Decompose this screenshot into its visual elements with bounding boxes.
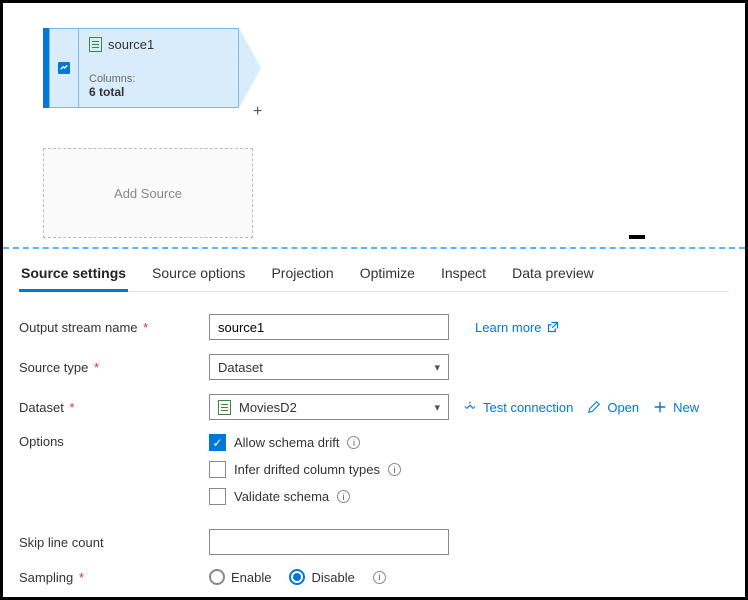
add-source-label: Add Source: [114, 186, 182, 201]
chevron-down-icon: ▾: [434, 401, 440, 414]
node-title: source1: [108, 37, 154, 52]
tab-inspect[interactable]: Inspect: [439, 259, 488, 291]
skip-line-input[interactable]: [209, 529, 449, 555]
external-link-icon: [547, 321, 559, 333]
dataset-actions: Test connection Open New: [463, 400, 699, 415]
add-step-button[interactable]: +: [253, 103, 262, 121]
dataset-file-icon: [89, 37, 102, 52]
output-stream-input[interactable]: [209, 314, 449, 340]
dataset-value: MoviesD2: [239, 400, 297, 415]
open-button[interactable]: Open: [587, 400, 639, 415]
checkbox-unchecked-icon[interactable]: [209, 488, 226, 505]
dataset-select[interactable]: MoviesD2 ▾: [209, 394, 449, 420]
chevron-down-icon: ▾: [434, 361, 440, 374]
option-label: Allow schema drift: [234, 435, 339, 450]
tabs: Source settings Source options Projectio…: [19, 259, 729, 292]
panel-collapse-handle[interactable]: [629, 235, 645, 239]
source-node[interactable]: source1 Columns: 6 total: [43, 28, 261, 108]
node-columns-label: Columns:: [89, 73, 228, 85]
output-stream-label: Output stream name *: [19, 320, 209, 335]
flow-canvas[interactable]: source1 Columns: 6 total + Add Source: [3, 3, 745, 247]
option-allow-schema-drift[interactable]: ✓ Allow schema drift i: [209, 434, 401, 451]
tab-source-settings[interactable]: Source settings: [19, 259, 128, 292]
node-columns-value: 6 total: [89, 85, 228, 99]
options-label: Options: [19, 434, 209, 449]
radio-selected-icon: [289, 569, 305, 585]
dataflow-icon: [56, 60, 72, 76]
test-connection-icon: [463, 400, 477, 414]
new-button[interactable]: New: [653, 400, 699, 415]
tab-data-preview[interactable]: Data preview: [510, 259, 596, 291]
option-label: Infer drifted column types: [234, 462, 380, 477]
sampling-label: Sampling *: [19, 570, 209, 585]
add-source-button[interactable]: Add Source: [43, 148, 253, 238]
option-infer-drifted-types[interactable]: Infer drifted column types i: [209, 461, 401, 478]
source-type-value: Dataset: [218, 360, 263, 375]
dataset-file-icon: [218, 400, 231, 415]
learn-more-link[interactable]: Learn more: [475, 320, 559, 335]
skip-line-label: Skip line count: [19, 535, 209, 550]
node-arrow: [239, 28, 261, 108]
dataset-label: Dataset *: [19, 400, 209, 415]
checkbox-unchecked-icon[interactable]: [209, 461, 226, 478]
info-icon[interactable]: i: [373, 571, 386, 584]
plus-icon: [653, 400, 667, 414]
node-body[interactable]: source1 Columns: 6 total: [79, 28, 239, 108]
pencil-icon: [587, 400, 601, 414]
sampling-disable-radio[interactable]: Disable: [289, 569, 354, 585]
option-validate-schema[interactable]: Validate schema i: [209, 488, 401, 505]
app-frame: source1 Columns: 6 total + Add Source So…: [0, 0, 748, 600]
node-handle[interactable]: [49, 28, 79, 108]
test-connection-button[interactable]: Test connection: [463, 400, 573, 415]
info-icon[interactable]: i: [337, 490, 350, 503]
source-type-label: Source type *: [19, 360, 209, 375]
tab-source-options[interactable]: Source options: [150, 259, 247, 291]
tab-optimize[interactable]: Optimize: [358, 259, 417, 291]
checkbox-checked-icon[interactable]: ✓: [209, 434, 226, 451]
radio-unselected-icon: [209, 569, 225, 585]
tab-projection[interactable]: Projection: [269, 259, 335, 291]
sampling-enable-radio[interactable]: Enable: [209, 569, 271, 585]
form: Output stream name * Learn more Source t…: [19, 314, 729, 585]
info-icon[interactable]: i: [388, 463, 401, 476]
source-type-select[interactable]: Dataset ▾: [209, 354, 449, 380]
settings-panel: Source settings Source options Projectio…: [3, 249, 745, 597]
option-label: Validate schema: [234, 489, 329, 504]
info-icon[interactable]: i: [347, 436, 360, 449]
